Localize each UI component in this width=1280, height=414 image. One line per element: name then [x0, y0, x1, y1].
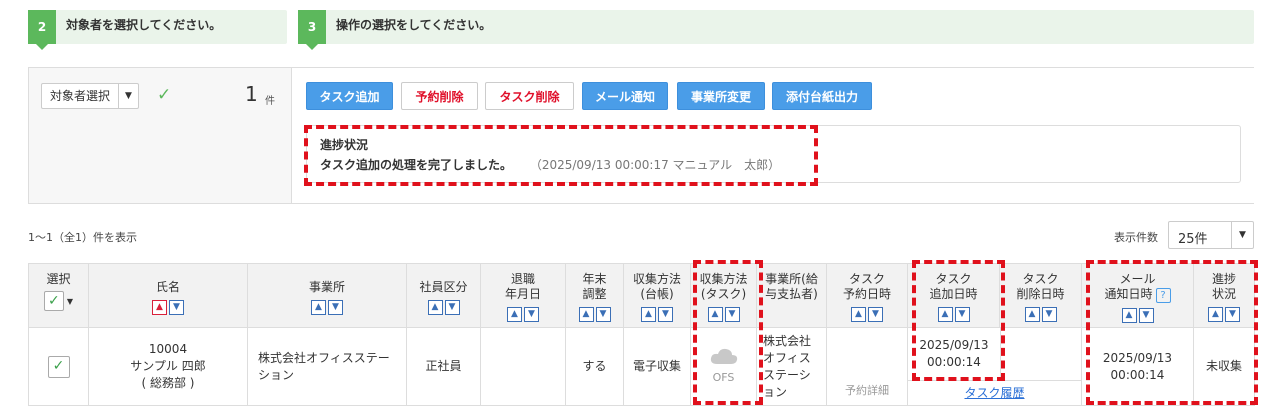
header-employee-type-label: 社員区分	[419, 280, 468, 294]
chevron-down-icon[interactable]: ▼	[118, 84, 138, 108]
header-retire-label-1: 退職	[510, 272, 535, 286]
sort-desc-icon[interactable]: ▼	[444, 300, 460, 315]
page-size-label: 表示件数	[1114, 231, 1158, 244]
employee-dept: ( 総務部 )	[141, 376, 195, 390]
page-size-select[interactable]: 25件 ▼	[1168, 221, 1254, 249]
cell-payer-office: 株式会社 オフィス ステーシ ョン	[756, 327, 827, 406]
task-history-row: タスク履歴	[908, 380, 1081, 405]
sort-asc-icon[interactable]: ▲	[851, 307, 866, 322]
cell-office: 株式会社オフィスステー ション	[247, 327, 407, 406]
highlight-mail-status	[1086, 260, 1258, 405]
highlight-task-add	[912, 260, 1005, 381]
office-name-line-2: ション	[258, 367, 295, 382]
cell-collect-ledger: 電子収集	[623, 327, 691, 406]
header-office-label: 事業所	[308, 280, 345, 294]
sort-asc-icon[interactable]: ▲	[507, 307, 522, 322]
caret-down-icon[interactable]: ▼	[67, 294, 73, 309]
header-task-reserve: タスク 予約日時 ▲ ▼	[826, 263, 908, 328]
header-retire-date: 退職 年月日 ▲ ▼	[480, 263, 566, 328]
employee-name: サンプル 四郎	[130, 359, 206, 373]
attachment-output-button[interactable]: 添付台紙出力	[772, 82, 872, 110]
cell-retire-date	[480, 327, 566, 406]
check-icon: ✓	[157, 85, 172, 105]
target-select[interactable]: 対象者選択 ▼	[41, 83, 139, 109]
header-task-delete-label-1: タスク	[1022, 272, 1059, 286]
sort-desc-icon[interactable]: ▼	[1041, 307, 1057, 322]
step-number: 3	[298, 10, 326, 50]
table-header-row: 選択 ✓ ▼ 氏名 ▲ ▼ 事業所 ▲ ▼ 社員区分 ▲ ▼ 退職 年月日 ▲ ▼ 年末 調整 ▲ ▼ …	[28, 263, 1255, 328]
highlight-progress	[304, 125, 818, 186]
step-label: 操作の選択をしてください。	[336, 18, 492, 32]
highlight-collect-task	[693, 260, 763, 405]
page-size-value: 25件	[1178, 232, 1208, 247]
header-year-end: 年末 調整 ▲ ▼	[565, 263, 624, 328]
header-select: 選択 ✓ ▼	[28, 263, 89, 328]
header-payer-office: 事業所(給 与支払者)	[756, 263, 827, 328]
employee-table: 選択 ✓ ▼ 氏名 ▲ ▼ 事業所 ▲ ▼ 社員区分 ▲ ▼ 退職 年月日 ▲ ▼ 年末 調整 ▲ ▼ …	[28, 263, 1255, 406]
header-collect-ledger-label-2: (台帳)	[640, 287, 674, 301]
header-collect-ledger: 収集方法 (台帳) ▲ ▼	[623, 263, 691, 328]
cell-employee-type: 正社員	[406, 327, 481, 406]
header-payer-label-2: 与支払者)	[765, 287, 818, 301]
cell-name: 10004 サンプル 四郎 ( 総務部 )	[88, 327, 248, 406]
payer-line-2: オフィス	[763, 350, 811, 365]
header-task-reserve-label-2: 予約日時	[842, 287, 891, 301]
sort-asc-icon[interactable]: ▲	[311, 300, 326, 315]
office-change-button[interactable]: 事業所変更	[677, 82, 765, 110]
header-year-end-label-1: 年末	[582, 272, 607, 286]
header-task-delete: タスク 削除日時 ▲ ▼	[999, 263, 1082, 328]
table-row: ✓ 10004 サンプル 四郎 ( 総務部 ) 株式会社オフィスステー ション …	[28, 327, 1255, 406]
delete-reservation-button[interactable]: 予約削除	[401, 82, 478, 110]
sort-asc-icon[interactable]: ▲	[578, 307, 594, 322]
header-year-end-label-2: 調整	[582, 287, 607, 301]
selected-count-unit: 件	[265, 96, 275, 107]
step-number: 2	[28, 10, 56, 50]
selected-count: 1	[245, 82, 258, 106]
header-retire-label-2: 年月日	[504, 287, 541, 301]
header-payer-label-1: 事業所(給	[765, 272, 818, 286]
step-2-banner: 2 対象者を選択してください。	[28, 10, 287, 50]
add-task-button[interactable]: タスク追加	[306, 82, 393, 110]
mail-notify-button[interactable]: メール通知	[582, 82, 668, 110]
payer-line-3: ステーシ	[763, 367, 811, 382]
delete-task-button[interactable]: タスク削除	[485, 82, 574, 110]
target-select-value: 対象者選択	[50, 89, 111, 103]
sort-desc-icon[interactable]: ▼	[328, 300, 343, 315]
employee-id: 10004	[148, 342, 188, 356]
cell-year-end: する	[565, 327, 624, 406]
sort-desc-icon[interactable]: ▼	[524, 307, 539, 322]
step-3-banner: 3 操作の選択をしてください。	[298, 10, 1254, 50]
sort-asc-icon[interactable]: ▲	[641, 307, 656, 322]
reserve-detail-link[interactable]: 予約詳細	[831, 382, 903, 399]
header-name-label: 氏名	[155, 280, 180, 294]
chevron-down-icon[interactable]: ▼	[1231, 222, 1253, 248]
header-name: 氏名 ▲ ▼	[88, 263, 248, 328]
select-all-checkbox[interactable]: ✓	[43, 291, 64, 311]
sort-desc-icon[interactable]: ▼	[595, 307, 611, 322]
sort-asc-icon[interactable]: ▲	[427, 300, 443, 315]
header-employee-type: 社員区分 ▲ ▼	[406, 263, 481, 328]
sort-desc-icon[interactable]: ▼	[868, 307, 883, 322]
cell-select: ✓	[28, 327, 89, 406]
header-task-delete-label-2: 削除日時	[1016, 287, 1065, 301]
cell-task-reserve: 予約詳細	[826, 327, 908, 406]
header-office: 事業所 ▲ ▼	[247, 263, 407, 328]
step-label: 対象者を選択してください。	[66, 18, 222, 32]
header-select-label: 選択	[46, 272, 71, 286]
sort-asc-icon[interactable]: ▲	[152, 300, 167, 315]
payer-line-4: ョン	[763, 384, 788, 399]
payer-line-1: 株式会社	[763, 333, 812, 348]
sort-desc-icon[interactable]: ▼	[169, 300, 184, 315]
list-summary: 1～1（全1）件を表示	[28, 231, 137, 244]
sort-asc-icon[interactable]: ▲	[1024, 307, 1040, 322]
task-history-link[interactable]: タスク履歴	[964, 386, 1024, 400]
office-name-line-1: 株式会社オフィスステー	[258, 350, 390, 365]
header-collect-ledger-label-1: 収集方法	[632, 272, 681, 286]
header-task-reserve-label-1: タスク	[848, 272, 885, 286]
task-delete-datetime	[1000, 328, 1081, 380]
sort-desc-icon[interactable]: ▼	[658, 307, 673, 322]
row-checkbox[interactable]: ✓	[47, 355, 70, 378]
